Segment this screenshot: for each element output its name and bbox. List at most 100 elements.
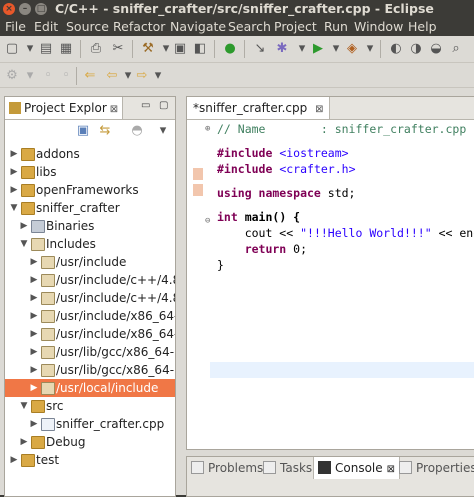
filter-icon[interactable]: ◓ [129,123,145,139]
close-icon[interactable]: ⊠ [110,104,118,115]
expand-arrow-icon[interactable]: ▶ [29,289,39,307]
save-all-icon[interactable]: ▦ [58,41,74,57]
print-icon[interactable]: ⎙ [88,41,104,57]
menu-help[interactable]: Help [408,18,437,36]
tree-item-include-path[interactable]: ▶ /usr/lib/gcc/x86_64-linu [5,361,175,379]
fold-toggle-icon[interactable]: ⊖ [205,216,210,226]
tree-item-includes[interactable]: ▼ Includes [5,235,175,253]
tab-tasks[interactable]: Tasks [263,457,312,479]
menu-navigate[interactable]: Navigate [170,18,226,36]
tree-item-include-path[interactable]: ▶ /usr/include [5,253,175,271]
new-class-icon[interactable]: ◐ [388,41,404,57]
expand-arrow-icon[interactable]: ▶ [9,163,19,181]
open-type-icon[interactable]: ◒ [428,41,444,57]
tree-item-test[interactable]: ▶ test [5,451,175,469]
toggle-icon[interactable]: ◧ [192,41,208,57]
close-icon[interactable]: ⊠ [387,464,395,475]
tree-item-include-path[interactable]: ▶ /usr/include/x86_64-linu [5,307,175,325]
run-icon[interactable]: ● [222,41,238,57]
menu-window[interactable]: Window [354,18,403,36]
expand-arrow-icon[interactable]: ▶ [19,433,29,451]
expand-arrow-icon[interactable]: ▶ [29,379,39,397]
view-menu-icon[interactable]: ▾ [155,123,171,139]
tab-properties[interactable]: Properties [399,457,474,479]
expand-arrow-icon[interactable]: ▶ [29,253,39,271]
back-icon[interactable]: ⇦ [104,68,120,84]
menu-source[interactable]: Source [66,18,109,36]
expand-arrow-icon[interactable]: ▶ [29,361,39,379]
forward-icon[interactable]: ⇨ [134,68,150,84]
tree-item-addons[interactable]: ▶ addons [5,145,175,163]
build-icon[interactable]: ⚒ [140,41,156,57]
fold-toggle-icon[interactable]: ⊕ [205,124,210,134]
expand-arrow-icon[interactable]: ▶ [29,325,39,343]
tree-item-usr-local-include[interactable]: ▶ /usr/local/include [5,379,175,397]
tab-label: Project Explor [24,101,107,115]
explorer-view-toolbar: ▣ ⇆ ◓ ▾ [5,120,175,142]
tab-project-explorer[interactable]: Project Explor ⊠ [5,97,124,119]
tree-item-include-path[interactable]: ▶ /usr/include/c++/4.8/ba [5,289,175,307]
code-string: "!!!Hello World!!!" [300,226,432,240]
menu-project[interactable]: Project [274,18,317,36]
expand-arrow-icon[interactable]: ▶ [29,271,39,289]
link-with-editor-icon[interactable]: ⇆ [97,123,113,139]
debug-dropdown-icon[interactable]: ▾ [294,41,310,57]
expand-arrow-icon[interactable]: ▶ [29,343,39,361]
expand-arrow-icon[interactable]: ▶ [29,307,39,325]
tree-item-include-path[interactable]: ▶ /usr/include/c++/4.8 [5,271,175,289]
folder-icon [21,184,35,197]
collapse-arrow-icon[interactable]: ▼ [9,199,19,217]
collapse-all-icon[interactable]: ▣ [75,123,91,139]
tree-item-openframeworks[interactable]: ▶ openFrameworks [5,181,175,199]
tree-item-libs[interactable]: ▶ libs [5,163,175,181]
expand-arrow-icon[interactable]: ▶ [29,415,39,433]
tab-console[interactable]: Console ⊠ [313,457,401,479]
last-edit-location-icon[interactable]: ⇐ [82,68,98,84]
search-icon[interactable]: ⌕ [448,41,464,57]
tree-item-include-path[interactable]: ▶ /usr/lib/gcc/x86_64-linu [5,343,175,361]
cut-icon[interactable]: ✂ [110,41,126,57]
tree-item-label: /usr/include/c++/4.8 [56,273,175,287]
menu-refactor[interactable]: Refactor [113,18,165,36]
tree-item-label: libs [36,165,57,179]
expand-arrow-icon[interactable]: ▶ [9,145,19,163]
code-include-target: <iostream> [279,146,349,160]
collapse-arrow-icon[interactable]: ▼ [19,235,29,253]
expand-arrow-icon[interactable]: ▶ [9,181,19,199]
run-dropdown-icon[interactable]: ▾ [328,41,344,57]
maximize-window-icon[interactable]: □ [35,3,47,15]
tree-item-sniffer-crafter[interactable]: ▼ sniffer_crafter [5,199,175,217]
close-window-icon[interactable]: × [3,3,15,15]
menu-search[interactable]: Search [228,18,271,36]
build-all-icon[interactable]: ▣ [172,41,188,57]
close-icon[interactable]: ⊠ [315,104,323,115]
tree-item-include-path[interactable]: ▶ /usr/include/x86_64-linu [5,325,175,343]
menu-edit[interactable]: Edit [34,18,58,36]
new-icon[interactable]: ▢ [4,41,20,57]
bottom-panel: Problems Tasks Console ⊠ Properties [186,456,474,497]
run-launch-icon[interactable]: ▶ [310,41,326,57]
tree-item-sniffer-crafter-cpp[interactable]: ▶ sniffer_crafter.cpp [5,415,175,433]
minimize-window-icon[interactable]: – [19,3,31,15]
menu-file[interactable]: File [5,18,26,36]
tab-sniffer-crafter-cpp[interactable]: *sniffer_crafter.cpp ⊠ [187,97,331,119]
menu-run[interactable]: Run [324,18,348,36]
forward-dropdown-icon[interactable]: ▾ [150,68,166,84]
tab-problems[interactable]: Problems [191,457,263,479]
external-tools-dropdown-icon[interactable]: ▾ [362,41,378,57]
tree-item-debug[interactable]: ▶ Debug [5,433,175,451]
maximize-view-icon[interactable]: ▢ [159,101,169,111]
save-icon[interactable]: ▤ [38,41,54,57]
tree-item-src[interactable]: ▼ src [5,397,175,415]
new-dropdown-icon[interactable]: ▾ [22,41,38,57]
tree-item-label: Includes [46,237,96,251]
collapse-arrow-icon[interactable]: ▼ [19,397,29,415]
expand-arrow-icon[interactable]: ▶ [19,217,29,235]
expand-arrow-icon[interactable]: ▶ [9,451,19,469]
external-tools-icon[interactable]: ◈ [344,41,360,57]
new-source-icon[interactable]: ◑ [408,41,424,57]
debug-icon[interactable]: ✱ [274,41,290,57]
tree-item-binaries[interactable]: ▶ Binaries [5,217,175,235]
debug-skip-icon[interactable]: ↘ [252,41,268,57]
minimize-view-icon[interactable]: ▭ [141,101,151,111]
